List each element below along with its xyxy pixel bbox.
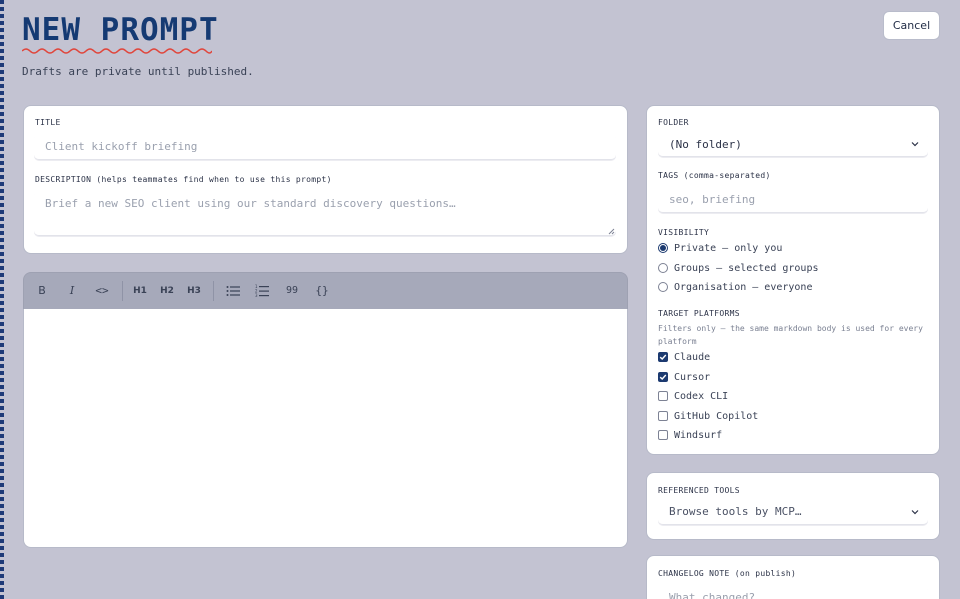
visibility-option-label: Organisation — everyone: [674, 281, 813, 293]
referenced-tools-label: REFERENCED TOOLS: [658, 486, 740, 495]
folder-label: FOLDER: [658, 118, 689, 127]
platform-option-label: Codex CLI: [674, 390, 729, 402]
page-title: NEW PROMPT: [22, 12, 219, 48]
target-platforms-label: TARGET PLATFORMS: [658, 309, 740, 318]
platform-option-github-copilot[interactable]: GitHub Copilot: [658, 409, 758, 423]
description-textarea[interactable]: Brief a new SEO client using our standar…: [34, 190, 616, 236]
changelog-input[interactable]: What changed?: [658, 585, 928, 599]
heading-1-button[interactable]: H1: [130, 272, 150, 309]
chevron-down-icon: [911, 509, 919, 514]
tags-label: TAGS (comma-separated): [658, 171, 771, 180]
platform-option-windsurf[interactable]: Windsurf: [658, 428, 722, 442]
italic-button[interactable]: I: [62, 272, 82, 309]
svg-text:3: 3: [255, 293, 258, 298]
textarea-resize-handle-icon[interactable]: [608, 228, 615, 235]
checkmark-icon: [659, 374, 667, 380]
folder-select[interactable]: (No folder): [658, 132, 928, 157]
bulleted-list-icon: [226, 285, 240, 296]
folder-select-value: (No folder): [669, 137, 742, 151]
cancel-button[interactable]: Cancel: [883, 11, 940, 40]
title-input[interactable]: Client kickoff briefing: [34, 133, 616, 160]
radio-unselected[interactable]: [658, 282, 668, 292]
heading-2-button[interactable]: H2: [157, 272, 177, 309]
bold-button[interactable]: B: [32, 272, 52, 309]
referenced-tools-placeholder: Browse tools by MCP…: [669, 505, 802, 518]
target-platforms-hint: Filters only — the same markdown body is…: [658, 322, 923, 348]
platform-option-cursor[interactable]: Cursor: [658, 370, 710, 384]
checkbox-checked[interactable]: [658, 372, 668, 382]
referenced-tools-select[interactable]: Browse tools by MCP…: [658, 499, 928, 525]
visibility-option-label: Private — only you: [674, 242, 783, 254]
platform-option-label: GitHub Copilot: [674, 410, 759, 422]
visibility-label: VISIBILITY: [658, 228, 710, 237]
radio-unselected[interactable]: [658, 263, 668, 273]
description-label: DESCRIPTION (helps teammates find when t…: [35, 175, 332, 184]
target-platforms-hint-line: Filters only — the same markdown body is…: [658, 324, 923, 333]
title-underline-squiggle: [22, 48, 212, 54]
page-subtitle: Drafts are private until published.: [22, 65, 254, 78]
checkbox-unchecked[interactable]: [658, 430, 668, 440]
visibility-option-private[interactable]: Private — only you: [658, 241, 782, 255]
variable-button[interactable]: {}: [312, 272, 332, 309]
visibility-option-groups[interactable]: Groups — selected groups: [658, 261, 819, 275]
toolbar-divider: [122, 281, 123, 301]
quote-button[interactable]: 99: [282, 272, 302, 309]
title-label: TITLE: [35, 118, 61, 127]
checkbox-checked[interactable]: [658, 352, 668, 362]
visibility-option-label: Groups — selected groups: [674, 262, 819, 274]
page-edge-stitching: [0, 0, 4, 599]
code-button[interactable]: <>: [91, 272, 113, 309]
numbered-list-icon: 1 2 3: [255, 284, 269, 298]
platform-option-label: Claude: [674, 351, 711, 363]
numbered-list-button[interactable]: 1 2 3: [252, 272, 272, 309]
platform-option-label: Windsurf: [674, 429, 723, 441]
tags-input[interactable]: seo, briefing: [658, 186, 928, 213]
markdown-editor[interactable]: [23, 309, 628, 548]
radio-selected[interactable]: [658, 243, 668, 253]
platform-option-claude[interactable]: Claude: [658, 350, 710, 364]
heading-3-button[interactable]: H3: [184, 272, 204, 309]
bulleted-list-button[interactable]: [223, 272, 243, 309]
platform-option-codex-cli[interactable]: Codex CLI: [658, 389, 728, 403]
changelog-label: CHANGELOG NOTE (on publish): [658, 569, 797, 578]
checkbox-unchecked[interactable]: [658, 391, 668, 401]
chevron-down-icon: [911, 142, 919, 147]
target-platforms-hint-line: platform: [658, 337, 697, 346]
platform-option-label: Cursor: [674, 371, 711, 383]
visibility-option-organisation[interactable]: Organisation — everyone: [658, 280, 812, 294]
toolbar-divider: [213, 281, 214, 301]
checkmark-icon: [659, 354, 667, 360]
checkbox-unchecked[interactable]: [658, 411, 668, 421]
